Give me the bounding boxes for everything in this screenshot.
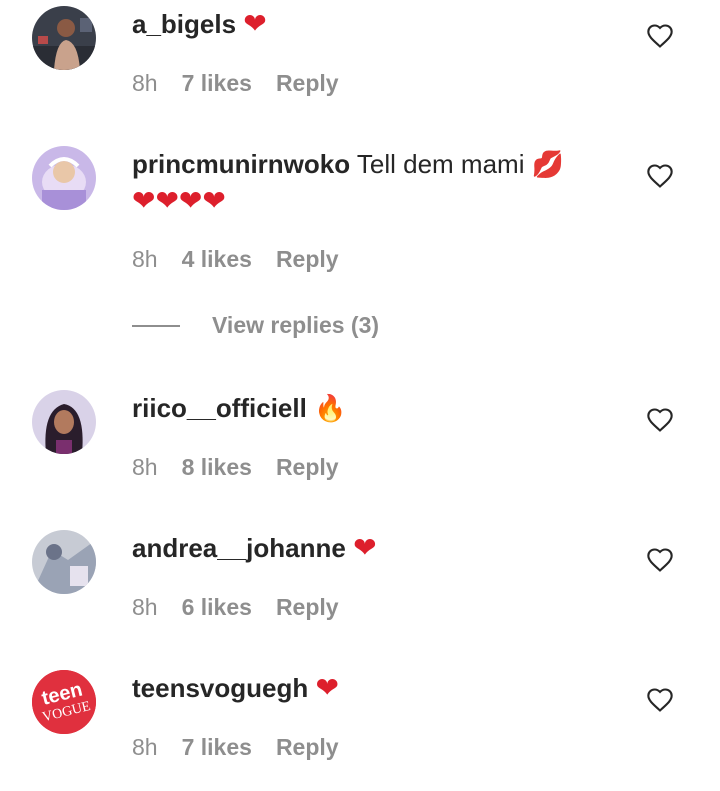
- heart-outline-icon[interactable]: [646, 162, 674, 190]
- heart-emoji: ❤: [353, 531, 377, 564]
- avatar[interactable]: [32, 6, 96, 70]
- comment-meta: 8h 7 likes Reply: [132, 70, 339, 97]
- reply-button[interactable]: Reply: [276, 594, 339, 621]
- comment-meta: 8h 7 likes Reply: [132, 734, 339, 761]
- reply-button[interactable]: Reply: [276, 70, 339, 97]
- heart-outline-icon[interactable]: [646, 22, 674, 50]
- kiss-emoji: 💋: [531, 150, 565, 180]
- comment-text: a_bigels ❤: [132, 6, 612, 42]
- timestamp: 8h: [132, 454, 158, 480]
- heart-outline-icon[interactable]: [646, 406, 674, 434]
- avatar[interactable]: [32, 146, 96, 210]
- reply-button[interactable]: Reply: [276, 734, 339, 761]
- reply-button[interactable]: Reply: [276, 454, 339, 481]
- teen-vogue-logo: teen VOGUE: [32, 670, 96, 734]
- avatar[interactable]: teen VOGUE: [32, 670, 96, 734]
- comment-meta: 8h 8 likes Reply: [132, 454, 339, 481]
- timestamp: 8h: [132, 246, 158, 272]
- comment-text: riico__officiell 🔥: [132, 390, 612, 427]
- comment-text: andrea__johanne ❤: [132, 530, 612, 566]
- view-replies-label: View replies (3): [212, 312, 380, 338]
- heart-emoji: ❤: [243, 7, 267, 40]
- heart-outline-icon[interactable]: [646, 686, 674, 714]
- likes-count[interactable]: 6 likes: [182, 594, 252, 621]
- likes-count[interactable]: 8 likes: [182, 454, 252, 481]
- timestamp: 8h: [132, 734, 158, 760]
- comment-text: teensvoguegh ❤: [132, 670, 612, 706]
- likes-count[interactable]: 7 likes: [182, 70, 252, 97]
- username[interactable]: andrea__johanne: [132, 533, 346, 563]
- likes-count[interactable]: 4 likes: [182, 246, 252, 273]
- username[interactable]: princmunirnwoko: [132, 149, 350, 179]
- reply-button[interactable]: Reply: [276, 246, 339, 273]
- heart-emoji: ❤: [315, 671, 339, 704]
- fire-emoji: 🔥: [314, 394, 347, 424]
- username[interactable]: a_bigels: [132, 9, 236, 39]
- avatar[interactable]: [32, 530, 96, 594]
- comment-meta: 8h 6 likes Reply: [132, 594, 339, 621]
- divider-line: [132, 324, 180, 327]
- timestamp: 8h: [132, 594, 158, 620]
- likes-count[interactable]: 7 likes: [182, 734, 252, 761]
- comment-text: princmunirnwoko Tell dem mami 💋 ❤❤❤❤: [132, 146, 612, 219]
- comment-meta: 8h 4 likes Reply: [132, 246, 339, 273]
- hearts-emoji: ❤❤❤❤: [132, 184, 226, 217]
- avatar[interactable]: [32, 390, 96, 454]
- username[interactable]: riico__officiell: [132, 393, 307, 423]
- comment-body: Tell dem mami: [356, 149, 525, 179]
- view-replies-button[interactable]: View replies (3): [132, 312, 379, 339]
- timestamp: 8h: [132, 70, 158, 96]
- heart-outline-icon[interactable]: [646, 546, 674, 574]
- username[interactable]: teensvoguegh: [132, 673, 308, 703]
